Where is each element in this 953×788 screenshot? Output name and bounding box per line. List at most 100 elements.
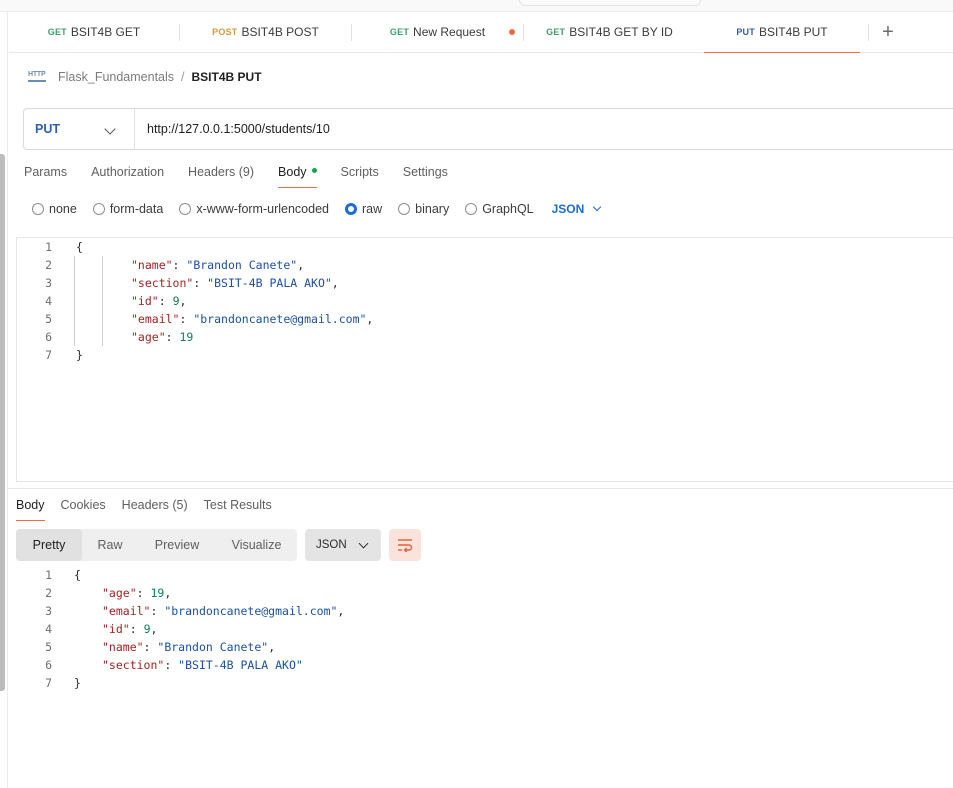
method-value: PUT <box>35 122 60 136</box>
unsaved-dot-icon <box>509 29 515 35</box>
breadcrumb-collection[interactable]: Flask_Fundamentals <box>58 70 174 84</box>
line-number: 6 <box>45 330 52 344</box>
code-line: "age": 19 <box>131 328 193 346</box>
wrap-lines-button[interactable] <box>389 529 421 561</box>
method-badge: GET <box>47 27 67 37</box>
view-preview[interactable]: Preview <box>138 529 216 561</box>
json-key: "email" <box>131 312 180 326</box>
json-colon: : <box>165 330 180 344</box>
code-line: "age": 19, <box>102 584 171 602</box>
tab-bsit4b-get[interactable]: GET BSIT4B GET <box>9 12 179 52</box>
json-value: 9 <box>172 294 180 308</box>
json-value: "brandoncanete@gmail.com" <box>193 312 367 326</box>
json-value: 19 <box>179 330 194 344</box>
code-line: "id": 9, <box>102 620 157 638</box>
tab-label: BSIT4B GET <box>70 25 141 39</box>
code-brace: { <box>74 568 81 582</box>
radio-graphql[interactable]: GraphQL <box>465 202 534 216</box>
json-key: "id" <box>102 622 130 636</box>
json-key: "id" <box>131 294 159 308</box>
url-input[interactable]: http://127.0.0.1:5000/students/10 <box>135 122 330 136</box>
radio-urlencoded[interactable]: x-www-form-urlencoded <box>179 202 329 216</box>
json-colon: : <box>164 658 179 672</box>
json-comma: , <box>164 586 172 600</box>
tab-settings[interactable]: Settings <box>403 162 448 188</box>
radio-icon <box>32 203 44 215</box>
json-key: "name" <box>102 640 144 654</box>
tab-body[interactable]: Body <box>278 162 317 188</box>
json-comma: , <box>331 276 339 290</box>
tab-response-headers[interactable]: Headers (5) <box>122 495 188 521</box>
response-format-select[interactable]: JSON <box>305 529 381 561</box>
tab-scripts[interactable]: Scripts <box>341 162 379 188</box>
json-value: 19 <box>150 586 165 600</box>
code-brace: } <box>74 676 81 690</box>
method-badge: POST <box>212 27 238 37</box>
line-number: 3 <box>45 604 52 618</box>
method-select[interactable]: PUT <box>24 109 135 149</box>
breadcrumb: HTTP Flask_Fundamentals / BSIT4B PUT <box>28 67 262 87</box>
search-pill[interactable] <box>519 0 701 6</box>
code-line: { <box>74 566 81 584</box>
tab-label: BSIT4B GET BY ID <box>569 25 673 39</box>
tab-cookies[interactable]: Cookies <box>61 495 106 521</box>
radio-icon <box>179 203 192 215</box>
tab-bsit4b-get-by-id[interactable]: GET BSIT4B GET BY ID <box>524 12 695 52</box>
code-line: { <box>76 238 83 256</box>
json-colon: : <box>136 586 151 600</box>
json-comma: , <box>337 604 345 618</box>
json-colon: : <box>129 622 144 636</box>
line-number: 2 <box>45 258 52 272</box>
url-bar: PUT http://127.0.0.1:5000/students/10 <box>23 108 953 150</box>
radio-icon <box>92 203 105 215</box>
code-line: } <box>76 346 83 364</box>
view-pretty[interactable]: Pretty <box>16 529 82 561</box>
tab-authorization[interactable]: Authorization <box>91 162 164 188</box>
tab-bsit4b-post[interactable]: POST BSIT4B POST <box>180 12 351 52</box>
radio-binary[interactable]: binary <box>398 202 449 216</box>
code-line: "email": "brandoncanete@gmail.com", <box>102 602 344 620</box>
method-badge: GET <box>546 27 566 37</box>
json-value: 9 <box>143 622 151 636</box>
json-key: "name" <box>131 258 173 272</box>
line-number: 2 <box>45 586 52 600</box>
tab-label: New Request <box>413 25 486 39</box>
breadcrumb-separator: / <box>181 70 185 84</box>
chevron-down-icon <box>104 123 116 135</box>
json-comma: , <box>268 640 276 654</box>
json-colon: : <box>179 312 194 326</box>
chevron-down-icon <box>358 538 369 549</box>
json-value: "BSIT-4B PALA AKO" <box>207 276 332 290</box>
pane-divider[interactable] <box>8 488 953 489</box>
tab-test-results[interactable]: Test Results <box>204 495 272 521</box>
view-visualize[interactable]: Visualize <box>216 529 297 561</box>
code-brace: { <box>76 240 83 254</box>
http-request-icon: HTTP <box>28 70 46 84</box>
code-line: } <box>74 674 81 692</box>
line-number: 5 <box>45 640 52 654</box>
breadcrumb-current[interactable]: BSIT4B PUT <box>192 70 262 84</box>
line-number: 7 <box>45 348 52 362</box>
body-format-select[interactable]: JSON <box>552 202 602 216</box>
json-comma: , <box>366 312 374 326</box>
radio-form-data[interactable]: form-data <box>92 202 163 216</box>
tab-headers[interactable]: Headers (9) <box>188 162 254 188</box>
tab-new-request[interactable]: GET New Request <box>352 12 523 52</box>
tab-bsit4b-put[interactable]: PUT BSIT4B PUT <box>704 12 860 53</box>
line-number: 4 <box>45 622 52 636</box>
body-type-options: none form-data x-www-form-urlencoded raw… <box>32 200 602 218</box>
tab-response-body[interactable]: Body <box>16 495 45 521</box>
code-brace: } <box>76 348 83 362</box>
request-config-tabs: Params Authorization Headers (9) Body Sc… <box>24 162 472 189</box>
new-tab-plus-icon[interactable]: + <box>877 21 899 43</box>
chevron-down-icon <box>593 202 602 212</box>
radio-raw[interactable]: raw <box>345 202 382 216</box>
line-number: 7 <box>45 676 52 690</box>
scrollbar-thumb[interactable] <box>0 154 5 691</box>
tab-params[interactable]: Params <box>24 162 67 188</box>
view-raw[interactable]: Raw <box>82 529 138 561</box>
method-badge: PUT <box>736 27 755 37</box>
json-comma: , <box>150 622 158 636</box>
radio-none[interactable]: none <box>32 202 77 216</box>
line-number: 3 <box>45 276 52 290</box>
